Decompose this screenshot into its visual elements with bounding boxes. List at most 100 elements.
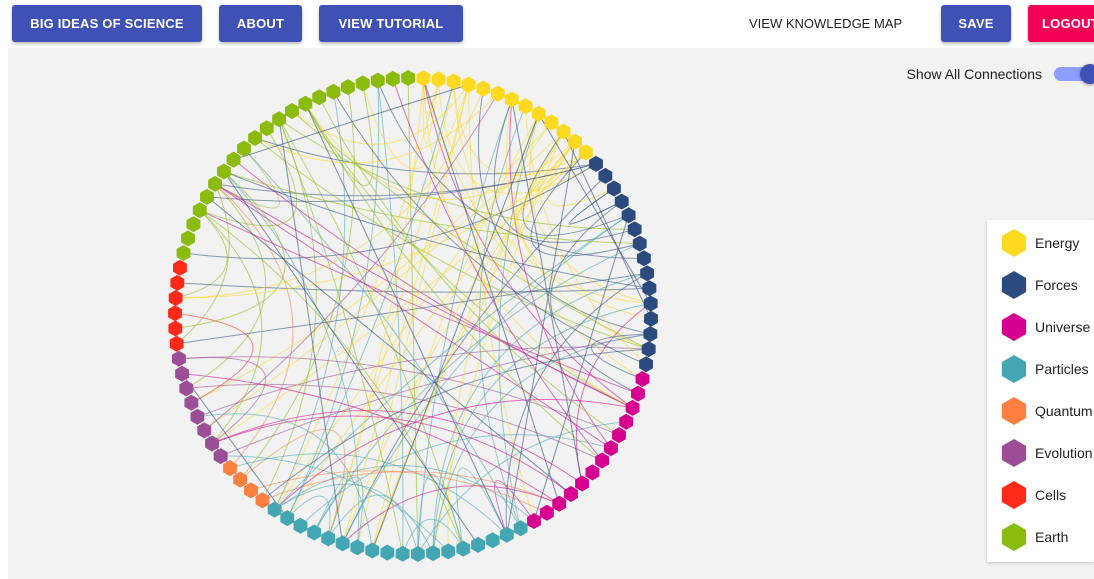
concept-node-universe[interactable] <box>575 475 589 492</box>
concept-node-forces[interactable] <box>632 235 647 252</box>
concept-node-earth[interactable] <box>285 103 299 120</box>
concept-node-particles[interactable] <box>350 539 365 556</box>
concept-node-energy[interactable] <box>431 71 446 88</box>
concept-node-earth[interactable] <box>226 151 241 168</box>
concept-node-particles[interactable] <box>471 536 485 553</box>
concept-node-energy[interactable] <box>461 76 476 93</box>
legend-item-particles[interactable]: Particles <box>999 354 1089 384</box>
concept-node-universe[interactable] <box>612 427 626 444</box>
concept-node-universe[interactable] <box>527 512 541 529</box>
concept-node-forces[interactable] <box>636 250 651 267</box>
concept-node-universe[interactable] <box>539 504 554 521</box>
concept-node-forces[interactable] <box>598 167 613 184</box>
concept-node-universe[interactable] <box>619 413 634 430</box>
concept-node-earth[interactable] <box>370 72 385 89</box>
concept-node-universe[interactable] <box>635 371 650 388</box>
concept-node-earth[interactable] <box>298 95 313 112</box>
concept-node-cells[interactable] <box>168 320 183 337</box>
concept-node-evolution[interactable] <box>184 394 199 411</box>
concept-node-energy[interactable] <box>504 91 519 108</box>
concept-node-quantum[interactable] <box>255 492 270 509</box>
legend-item-cells[interactable]: Cells <box>999 480 1066 510</box>
concept-node-particles[interactable] <box>395 545 410 562</box>
concept-node-forces[interactable] <box>644 310 658 327</box>
concept-node-evolution[interactable] <box>179 380 194 397</box>
concept-node-forces[interactable] <box>639 356 653 373</box>
concept-node-energy[interactable] <box>416 70 431 87</box>
concept-node-universe[interactable] <box>625 399 640 416</box>
concept-node-particles[interactable] <box>335 535 350 552</box>
concept-node-universe[interactable] <box>564 486 578 503</box>
concept-node-particles[interactable] <box>456 540 471 557</box>
concept-node-particles[interactable] <box>293 517 308 534</box>
concept-node-evolution[interactable] <box>190 408 205 425</box>
concept-node-earth[interactable] <box>186 216 201 233</box>
concept-node-evolution[interactable] <box>197 422 212 439</box>
concept-node-forces[interactable] <box>627 221 642 238</box>
concept-node-earth[interactable] <box>181 230 195 247</box>
concept-node-earth[interactable] <box>272 111 287 128</box>
show-all-connections-switch[interactable] <box>1054 64 1094 84</box>
concept-node-cells[interactable] <box>170 274 185 291</box>
about-button[interactable]: ABOUT <box>219 5 302 42</box>
legend-item-earth[interactable]: Earth <box>999 522 1068 552</box>
concept-node-forces[interactable] <box>621 207 636 224</box>
concept-node-cells[interactable] <box>173 259 187 276</box>
concept-node-universe[interactable] <box>552 495 567 512</box>
concept-node-cells[interactable] <box>168 305 182 322</box>
concept-node-evolution[interactable] <box>171 350 186 367</box>
concept-node-earth[interactable] <box>176 244 191 261</box>
view-knowledge-map-button[interactable]: VIEW KNOWLEDGE MAP <box>749 5 902 42</box>
legend-item-forces[interactable]: Forces <box>999 270 1078 300</box>
concept-node-energy[interactable] <box>476 80 491 97</box>
concept-node-quantum[interactable] <box>244 482 258 499</box>
concept-node-cells[interactable] <box>169 335 184 352</box>
concept-node-earth[interactable] <box>200 188 214 205</box>
concept-node-universe[interactable] <box>585 464 600 481</box>
concept-node-evolution[interactable] <box>175 365 190 382</box>
concept-node-forces[interactable] <box>589 155 603 172</box>
concept-node-energy[interactable] <box>446 73 461 90</box>
concept-node-particles[interactable] <box>410 545 425 562</box>
view-tutorial-button[interactable]: VIEW TUTORIAL <box>319 5 463 42</box>
legend-item-evolution[interactable]: Evolution <box>999 438 1093 468</box>
concept-node-forces[interactable] <box>643 326 658 342</box>
concept-node-particles[interactable] <box>426 545 441 562</box>
logout-button[interactable]: LOGOUT <box>1028 5 1094 42</box>
concept-node-particles[interactable] <box>321 530 336 547</box>
concept-node-earth[interactable] <box>312 89 327 106</box>
legend-item-universe[interactable]: Universe <box>999 312 1090 342</box>
concept-node-particles[interactable] <box>280 510 295 527</box>
concept-node-earth[interactable] <box>248 129 262 146</box>
concept-node-earth[interactable] <box>326 83 341 100</box>
concept-node-energy[interactable] <box>556 123 571 140</box>
concept-node-earth[interactable] <box>355 75 370 92</box>
legend-item-energy[interactable]: Energy <box>999 228 1079 258</box>
concept-node-particles[interactable] <box>513 520 528 537</box>
concept-node-forces[interactable] <box>641 341 656 358</box>
concept-node-particles[interactable] <box>485 532 500 549</box>
concept-node-universe[interactable] <box>631 385 645 402</box>
concept-node-earth[interactable] <box>259 120 274 137</box>
legend-item-quantum[interactable]: Quantum <box>999 396 1093 426</box>
concept-node-forces[interactable] <box>640 265 655 282</box>
concept-node-forces[interactable] <box>643 295 658 312</box>
concept-node-earth[interactable] <box>385 70 400 87</box>
concept-node-universe[interactable] <box>604 440 618 457</box>
concept-node-particles[interactable] <box>307 524 322 541</box>
concept-node-particles[interactable] <box>499 526 514 543</box>
concept-node-energy[interactable] <box>518 98 533 115</box>
concept-node-particles[interactable] <box>365 542 380 559</box>
concept-node-forces[interactable] <box>607 180 621 197</box>
concept-node-forces[interactable] <box>614 193 629 210</box>
concept-node-energy[interactable] <box>531 105 546 122</box>
concept-node-earth[interactable] <box>401 70 416 87</box>
chord-network-diagram[interactable] <box>8 48 1094 579</box>
switch-thumb[interactable] <box>1080 64 1094 84</box>
concept-node-earth[interactable] <box>341 79 355 96</box>
concept-node-cells[interactable] <box>168 290 183 306</box>
save-button[interactable]: SAVE <box>941 5 1011 42</box>
concept-node-particles[interactable] <box>380 544 395 561</box>
big-ideas-button[interactable]: BIG IDEAS OF SCIENCE <box>12 5 202 42</box>
concept-node-evolution[interactable] <box>213 448 228 465</box>
